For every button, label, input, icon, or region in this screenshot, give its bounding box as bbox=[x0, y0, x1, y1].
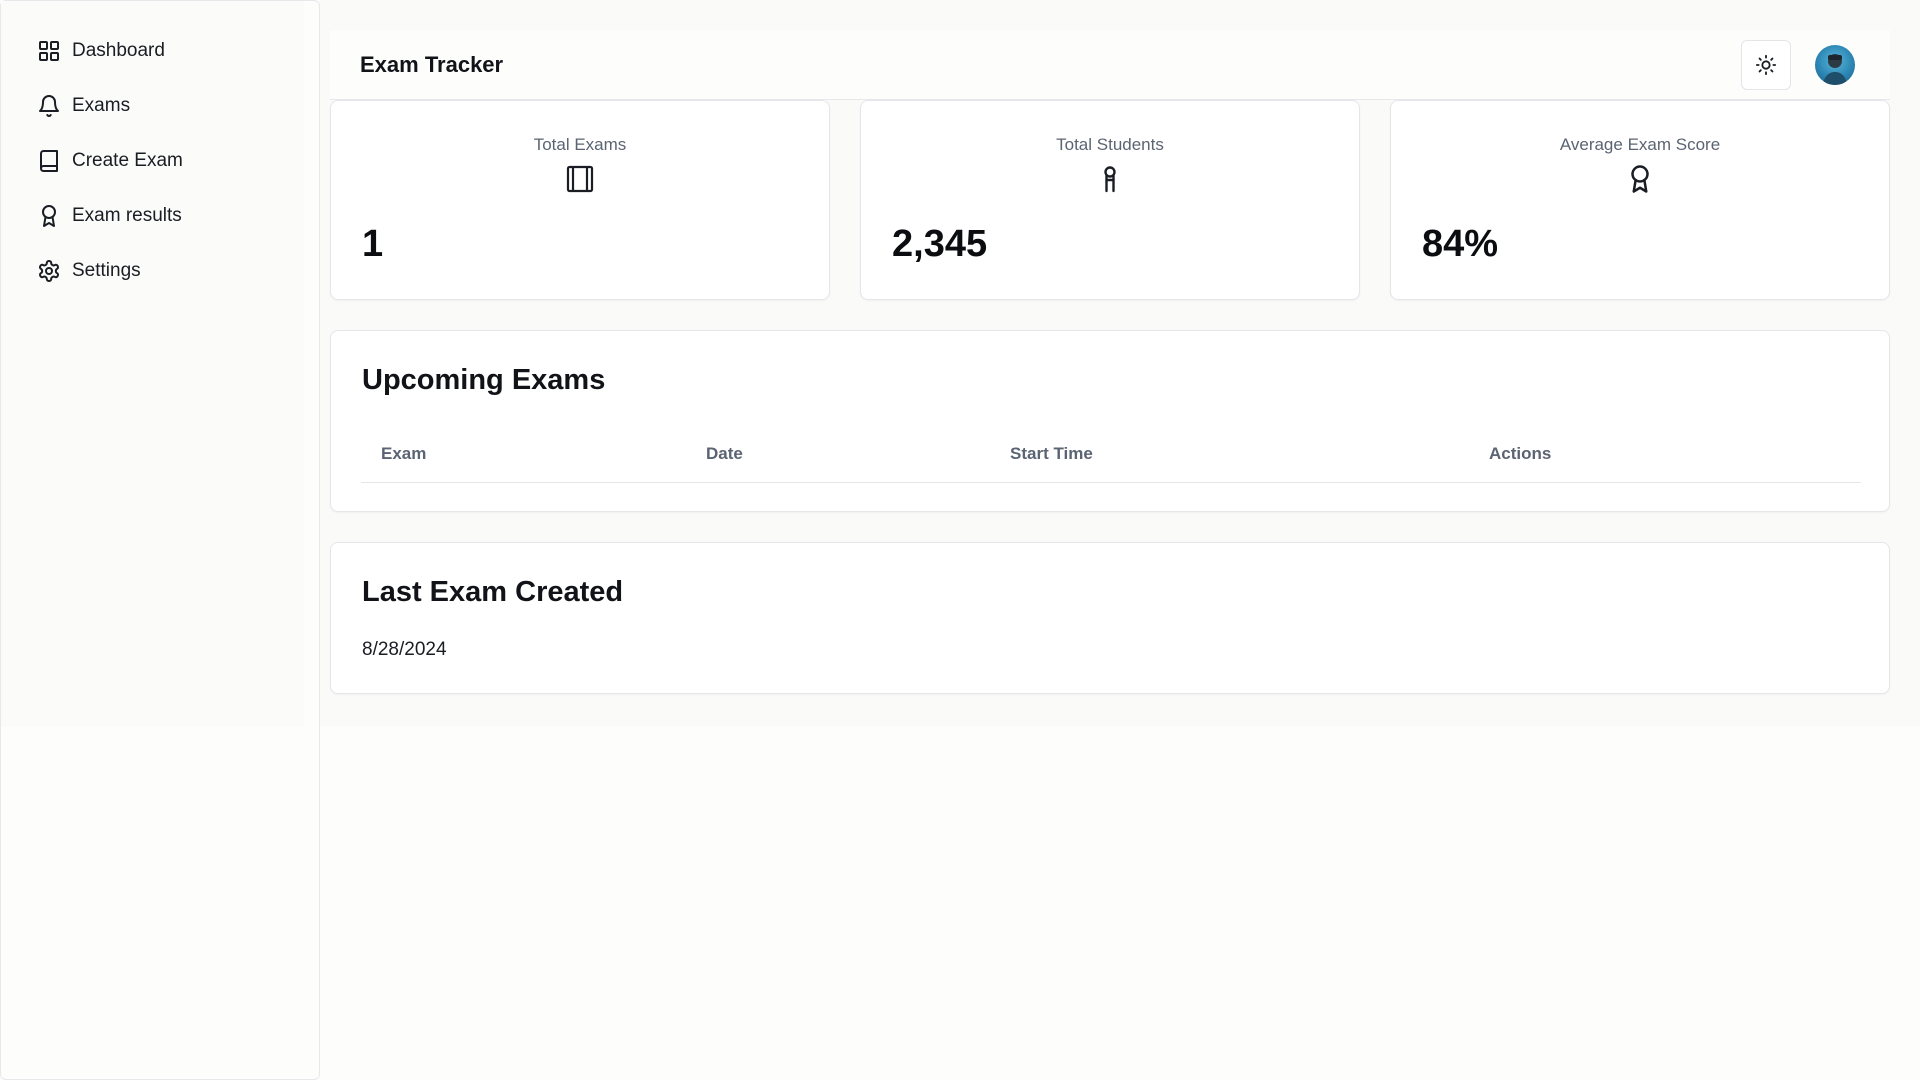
sidebar-item-label: Exam results bbox=[72, 205, 182, 226]
stat-label: Total Students bbox=[1056, 135, 1164, 154]
column-header-date[interactable]: Date bbox=[706, 444, 743, 464]
sidebar-item-label: Exams bbox=[72, 95, 131, 116]
table-header: Exam Date Start Time Actions bbox=[361, 431, 1861, 483]
stat-value: 84% bbox=[1422, 223, 1499, 265]
section-title: Upcoming Exams bbox=[362, 364, 606, 396]
notebook-icon bbox=[565, 164, 595, 194]
app-root: Dashboard Exams Create Exam Exam results… bbox=[0, 0, 1920, 1080]
last-exam-date: 8/28/2024 bbox=[362, 639, 447, 660]
student-ribbon-icon bbox=[1095, 164, 1125, 194]
sun-icon bbox=[1755, 54, 1777, 76]
stat-label: Total Exams bbox=[533, 135, 627, 154]
stat-value: 2,345 bbox=[892, 223, 988, 265]
sidebar-nav: Dashboard Exams Create Exam Exam results… bbox=[37, 31, 297, 306]
sidebar-item-dashboard[interactable]: Dashboard bbox=[37, 31, 297, 71]
sidebar-item-exams[interactable]: Exams bbox=[37, 86, 297, 126]
column-header-start-time[interactable]: Start Time bbox=[1010, 444, 1093, 464]
section-title: Last Exam Created bbox=[362, 576, 624, 608]
column-header-exam[interactable]: Exam bbox=[381, 444, 426, 464]
book-icon bbox=[37, 149, 61, 173]
bell-icon bbox=[37, 94, 61, 118]
user-avatar-image bbox=[1823, 54, 1847, 85]
sidebar-item-exam-results[interactable]: Exam results bbox=[37, 196, 297, 236]
stat-card-average-score: Average Exam Score 84% bbox=[1390, 100, 1890, 300]
stat-value: 1 bbox=[362, 223, 384, 265]
avatar[interactable] bbox=[1815, 45, 1855, 85]
sidebar-item-label: Settings bbox=[72, 260, 141, 281]
sidebar-item-settings[interactable]: Settings bbox=[37, 251, 297, 291]
last-exam-card: Last Exam Created 8/28/2024 bbox=[330, 542, 1890, 694]
column-header-actions: Actions bbox=[1489, 444, 1552, 463]
award-icon bbox=[37, 204, 61, 228]
gear-icon bbox=[37, 259, 61, 283]
stat-card-total-exams: Total Exams 1 bbox=[330, 100, 830, 300]
sidebar: Dashboard Exams Create Exam Exam results… bbox=[0, 0, 320, 1080]
page-title: Exam Tracker bbox=[360, 52, 504, 77]
upcoming-exams-card: Upcoming Exams Exam Date Start Time Acti… bbox=[330, 330, 1890, 512]
award-icon bbox=[1625, 164, 1655, 194]
theme-toggle-button[interactable] bbox=[1741, 40, 1791, 90]
sidebar-item-label: Create Exam bbox=[72, 150, 183, 171]
sidebar-item-create-exam[interactable]: Create Exam bbox=[37, 141, 297, 181]
top-bar: Exam Tracker bbox=[330, 30, 1890, 100]
stat-card-total-students: Total Students 2,345 bbox=[860, 100, 1360, 300]
stat-label: Average Exam Score bbox=[1559, 135, 1721, 154]
sidebar-item-label: Dashboard bbox=[72, 40, 165, 61]
dashboard-grid-icon bbox=[37, 39, 61, 63]
